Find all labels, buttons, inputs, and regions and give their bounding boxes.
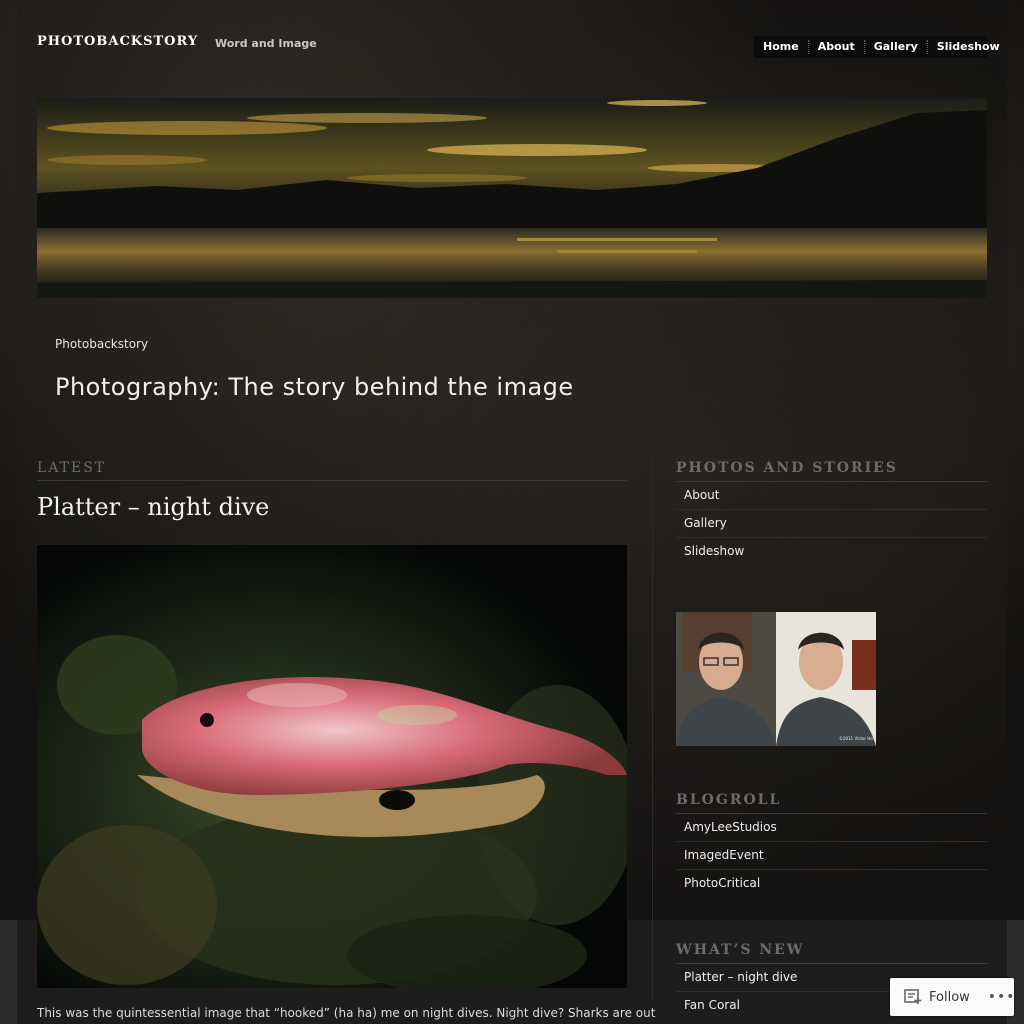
sidebar-link-about[interactable]: About — [676, 482, 987, 510]
portrait-caption: ©2011 Victor Ho — [839, 736, 873, 741]
blogroll-link-imagedevent[interactable]: ImagedEvent — [676, 842, 987, 870]
post-excerpt: This was the quintessential image that “… — [37, 1006, 656, 1020]
follow-button[interactable]: Follow ••• — [890, 978, 1016, 1016]
post-image-scorpionfish[interactable] — [37, 545, 627, 988]
reader-follow-icon — [904, 989, 922, 1005]
widget-title-photos-and-stories: PHOTOS AND STORIES — [676, 460, 987, 482]
widget-title-whats-new: WHAT’S NEW — [676, 942, 987, 964]
top-navigation: Home About Gallery Slideshow — [754, 36, 1000, 58]
header-sunset-image[interactable] — [37, 98, 987, 298]
post-title[interactable]: Platter – night dive — [37, 493, 269, 521]
nav-gallery[interactable]: Gallery — [863, 40, 927, 54]
blogroll-link-amyleestudios[interactable]: AmyLeeStudios — [676, 814, 987, 842]
blogroll-link-photocritical[interactable]: PhotoCritical — [676, 870, 987, 897]
page-tagline: Photography: The story behind the image — [55, 373, 574, 401]
photos-and-stories-list: About Gallery Slideshow — [676, 482, 987, 565]
widget-title-blogroll: BLOGROLL — [676, 792, 987, 814]
author-portrait-image[interactable]: ©2011 Victor Ho — [676, 612, 876, 746]
site-description: Word and Image — [215, 37, 317, 50]
site-title[interactable]: PHOTOBACKSTORY — [37, 34, 198, 49]
breadcrumb[interactable]: Photobackstory — [55, 337, 148, 351]
latest-section-title: LATEST — [37, 460, 627, 481]
more-dots-icon[interactable]: ••• — [988, 989, 1016, 1005]
sidebar-link-gallery[interactable]: Gallery — [676, 510, 987, 538]
blogroll-list: AmyLeeStudios ImagedEvent PhotoCritical — [676, 814, 987, 897]
sidebar-link-slideshow[interactable]: Slideshow — [676, 538, 987, 565]
nav-slideshow[interactable]: Slideshow — [926, 40, 1009, 54]
follow-label: Follow — [929, 989, 970, 1005]
nav-about[interactable]: About — [807, 40, 864, 54]
nav-home[interactable]: Home — [754, 40, 808, 54]
column-divider — [652, 460, 653, 1000]
